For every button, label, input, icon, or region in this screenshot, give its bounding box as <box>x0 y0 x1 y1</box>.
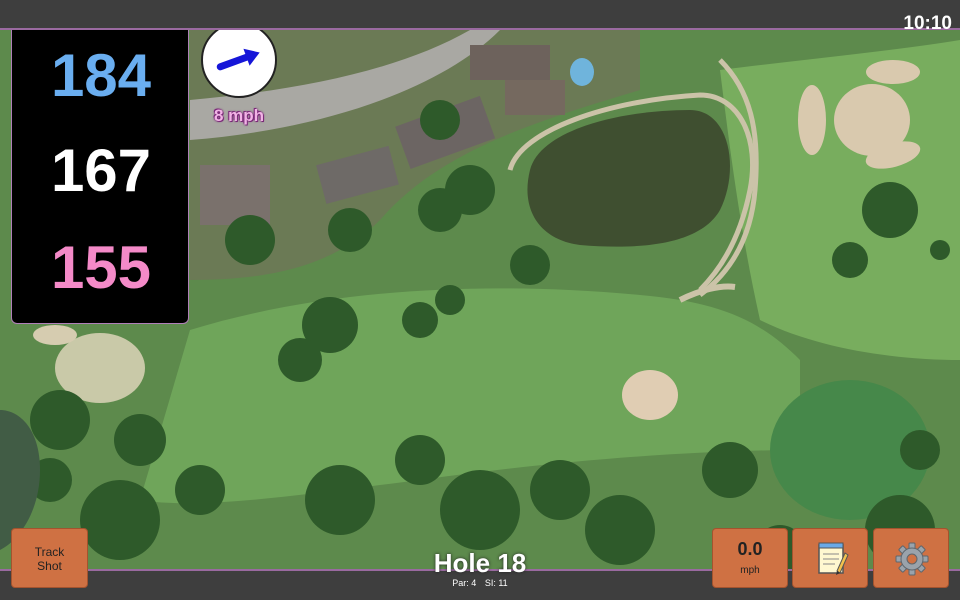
wind-arrow-icon <box>216 48 260 71</box>
track-shot-label-line2: Shot <box>37 559 62 573</box>
hole-stroke-index: SI: 11 <box>484 578 508 588</box>
status-bar <box>0 0 960 30</box>
settings-button[interactable] <box>873 528 949 588</box>
track-shot-button[interactable]: Track Shot <box>11 528 88 588</box>
hole-par: Par: 4 <box>452 578 477 588</box>
bunker <box>622 370 678 420</box>
bunker <box>798 85 826 155</box>
bunker <box>866 60 920 84</box>
distance-panel: 184 167 155 <box>11 22 189 324</box>
hole-title: Hole 18 <box>433 548 527 578</box>
scorecard-notes-button[interactable] <box>792 528 868 588</box>
pool <box>570 58 594 86</box>
shot-speed-value: 0.0 <box>737 539 763 559</box>
shot-speed-button[interactable]: 0.0 mph <box>712 528 788 588</box>
house-roof <box>200 165 270 225</box>
track-shot-label-line1: Track <box>34 545 65 559</box>
distance-to-back: 184 <box>50 42 152 109</box>
hole-meta: Par: 4 SI: 11 <box>380 578 580 588</box>
clock: 10:10 <box>903 13 952 34</box>
wind-direction-dial <box>201 22 277 98</box>
house-roof <box>505 80 565 115</box>
distance-to-front: 155 <box>50 234 152 301</box>
gear-icon <box>895 542 929 576</box>
notepad-icon <box>818 542 849 575</box>
shot-speed-unit: mph <box>740 565 760 576</box>
distance-to-middle: 167 <box>50 137 152 204</box>
house-roof <box>470 45 550 80</box>
bunker <box>33 325 77 345</box>
wind-speed-label: 8 mph <box>213 106 265 125</box>
